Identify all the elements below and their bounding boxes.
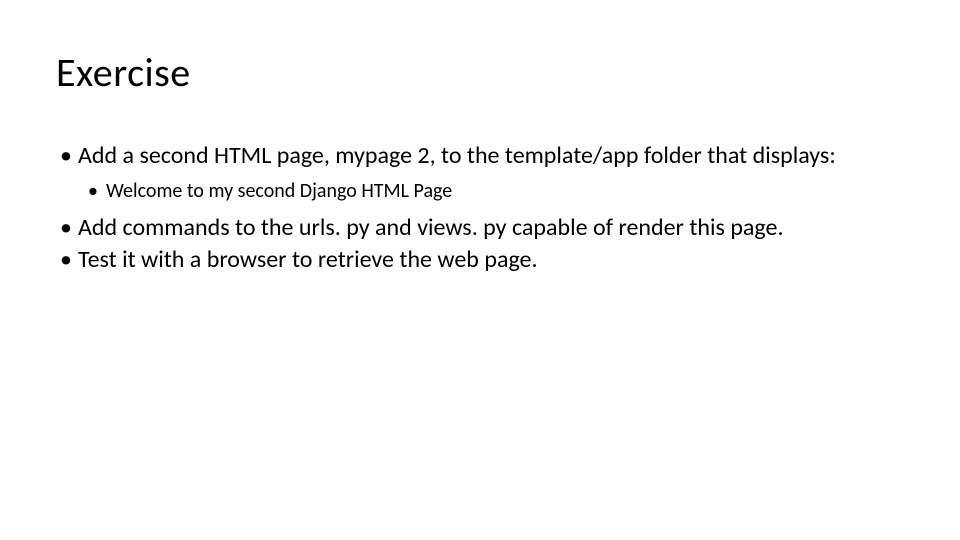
bullet-item: Add commands to the urls. py and views. … <box>56 213 904 244</box>
sub-bullet-text: Welcome to my second Django HTML Page <box>106 179 452 203</box>
bullet-item: Add a second HTML page, mypage 2, to the… <box>56 141 904 205</box>
bullet-text: Add commands to the urls. py and views. … <box>78 213 784 242</box>
slide-title: Exercise <box>56 48 904 97</box>
bullet-text: Add a second HTML page, mypage 2, to the… <box>78 141 836 170</box>
bullet-list: Add a second HTML page, mypage 2, to the… <box>56 141 904 276</box>
bullet-item: Test it with a browser to retrieve the w… <box>56 245 904 276</box>
bullet-text: Test it with a browser to retrieve the w… <box>78 245 538 274</box>
sub-bullet-item: Welcome to my second Django HTML Page <box>78 178 904 205</box>
sub-bullet-list: Welcome to my second Django HTML Page <box>78 178 904 205</box>
